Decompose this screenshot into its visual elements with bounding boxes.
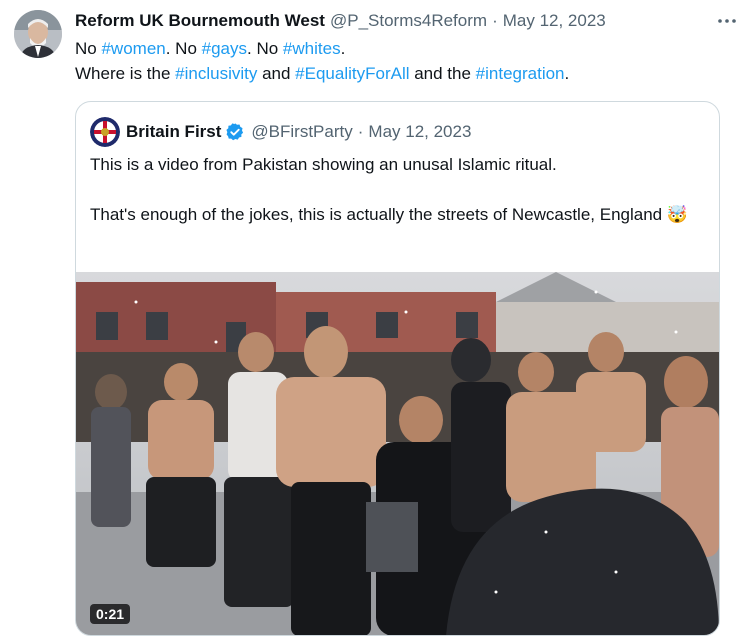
tweet-text-line-1: No #women. No #gays. No #whites. <box>75 36 715 61</box>
quoted-author-name[interactable]: Britain First <box>126 122 221 142</box>
author-handle[interactable]: @P_Storms4Reform <box>330 11 487 31</box>
author-avatar-image <box>14 10 62 58</box>
text-segment: . No <box>247 39 283 58</box>
quoted-header-separator: · <box>357 122 364 141</box>
quoted-author-avatar[interactable] <box>90 117 120 147</box>
text-segment: Where is the <box>75 64 176 83</box>
text-segment: . <box>340 39 346 58</box>
text-segment: . <box>564 64 570 83</box>
quoted-tweet[interactable]: Britain First @BFirstParty · May 12, 202… <box>75 101 720 636</box>
hashtag-inclusivity[interactable]: #inclusivity <box>175 64 257 83</box>
hashtag-women[interactable]: #women <box>101 39 165 58</box>
tweet-date[interactable]: May 12, 2023 <box>503 11 606 31</box>
tweet-text-line-2: Where is the #inclusivity and #EqualityF… <box>75 61 715 86</box>
quoted-paragraph-2: That's enough of the jokes, this is actu… <box>90 202 700 227</box>
exploding-head-emoji: 🤯 <box>666 205 689 224</box>
tweet-text: No #women. No #gays. No #whites. Where i… <box>75 36 715 86</box>
verified-badge-icon <box>225 122 245 142</box>
tweet-header: Reform UK Bournemouth West @P_Storms4Ref… <box>75 10 738 32</box>
quoted-tweet-text: This is a video from Pakistan showing an… <box>90 152 700 227</box>
author-avatar[interactable] <box>14 10 62 58</box>
quoted-paragraph-1: This is a video from Pakistan showing an… <box>90 155 557 174</box>
hashtag-equalityforall[interactable]: #EqualityForAll <box>295 64 409 83</box>
more-options-button[interactable] <box>716 10 738 32</box>
quoted-author-handle[interactable]: @BFirstParty <box>251 122 352 142</box>
quoted-tweet-header: Britain First @BFirstParty · May 12, 202… <box>90 117 471 147</box>
header-separator: · <box>492 11 498 30</box>
text-segment: and <box>257 64 296 83</box>
video-duration-badge: 0:21 <box>90 604 131 624</box>
text-segment: . No <box>165 39 202 58</box>
hashtag-gays[interactable]: #gays <box>202 39 247 58</box>
hashtag-integration[interactable]: #integration <box>476 64 565 83</box>
text-segment: and the <box>409 64 476 83</box>
video-player[interactable]: 0:21 <box>76 272 719 635</box>
video-thumbnail <box>76 272 719 635</box>
more-horizontal-icon <box>718 19 736 23</box>
quoted-paragraph-2-text: That's enough of the jokes, this is actu… <box>90 205 663 224</box>
hashtag-whites[interactable]: #whites <box>283 39 341 58</box>
text-segment: No <box>75 39 102 58</box>
quoted-author-avatar-image <box>90 117 120 147</box>
author-name[interactable]: Reform UK Bournemouth West <box>75 11 325 31</box>
quoted-tweet-date[interactable]: May 12, 2023 <box>368 122 471 142</box>
